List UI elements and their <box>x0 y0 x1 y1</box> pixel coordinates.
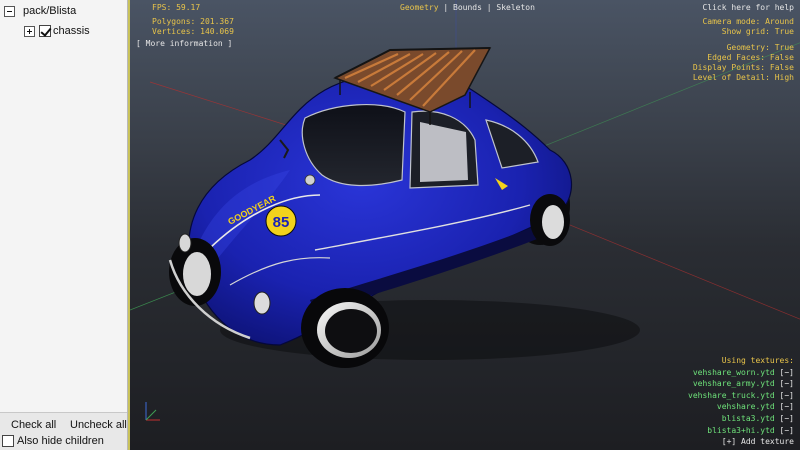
tree-bottom-bar: Check all Uncheck all Also hide children <box>0 412 127 450</box>
show-grid-setting[interactable]: Show grid: True <box>722 27 794 37</box>
tree-node-chassis[interactable]: chassis <box>24 23 90 39</box>
tab-bounds[interactable]: Bounds <box>453 3 482 12</box>
texture-list: Using textures: vehshare_worn.ytd [−] ve… <box>688 355 794 448</box>
help-link[interactable]: Click here for help <box>702 3 794 13</box>
camera-mode-setting[interactable]: Camera mode: Around <box>702 17 794 27</box>
add-texture-button[interactable]: [+] Add texture <box>688 436 794 448</box>
front-left-wheel <box>169 238 221 306</box>
tree-node-root[interactable]: pack/Blista <box>4 3 76 19</box>
headlight-left <box>178 233 192 253</box>
more-information-link[interactable]: [ More information ] <box>136 39 232 49</box>
texture-item: vehshare.ytd [−] <box>688 401 794 413</box>
remove-texture-button[interactable]: [−] <box>780 402 794 411</box>
tab-separator: | <box>443 3 449 12</box>
headlight-right <box>253 291 271 315</box>
geometry-setting[interactable]: Geometry: True <box>727 43 794 53</box>
uncheck-all-button[interactable]: Uncheck all <box>70 417 127 433</box>
fps-readout: FPS: 59.17 <box>152 3 201 12</box>
expand-icon[interactable] <box>24 25 35 37</box>
textures-header: Using textures: <box>721 356 794 365</box>
hide-children-checkbox[interactable] <box>2 435 14 447</box>
remove-texture-button[interactable]: [−] <box>780 391 794 400</box>
texture-name: blista3.ytd <box>721 413 775 423</box>
texture-item: blista3.ytd [−] <box>688 413 794 425</box>
tab-geometry[interactable]: Geometry <box>400 3 439 12</box>
remove-texture-button[interactable]: [−] <box>780 426 794 435</box>
texture-item: vehshare_army.ytd [−] <box>688 378 794 390</box>
texture-name: vehshare_worn.ytd <box>692 367 775 377</box>
display-points-setting[interactable]: Display Points: False <box>693 63 794 73</box>
tab-separator: | <box>486 3 492 12</box>
hide-children-label: Also hide children <box>17 435 104 447</box>
texture-name: vehshare_truck.ytd <box>688 390 775 400</box>
rear-right-wheel <box>530 194 570 246</box>
tree-node-chassis-label: chassis <box>53 25 90 37</box>
front-right-wheel <box>301 288 389 368</box>
model-tree: pack/Blista chassis <box>0 0 127 412</box>
tab-skeleton[interactable]: Skeleton <box>496 3 535 12</box>
texture-item: vehshare_truck.ytd [−] <box>688 390 794 402</box>
remove-texture-button[interactable]: [−] <box>780 379 794 388</box>
vertices-readout: Vertices: 140.069 <box>152 27 234 36</box>
racing-number-decal: 85 <box>265 205 297 237</box>
hide-children-option[interactable]: Also hide children <box>2 435 104 447</box>
texture-item: vehshare_worn.ytd [−] <box>688 367 794 379</box>
3d-viewport[interactable]: 85 GOODYEAR FPS: 59.17 Polygons: 201.367… <box>128 0 800 450</box>
axis-gizmo <box>145 402 160 421</box>
texture-item: blista3+hi.ytd [−] <box>688 425 794 437</box>
remove-texture-button[interactable]: [−] <box>780 414 794 423</box>
texture-name: vehshare.ytd <box>716 402 775 412</box>
model-tree-panel: pack/Blista chassis Check all Uncheck al… <box>0 0 128 450</box>
level-of-detail-setting[interactable]: Level of Detail: High <box>693 73 794 83</box>
chassis-visibility-checkbox[interactable] <box>39 25 51 37</box>
texture-name: vehshare_army.ytd <box>692 379 775 389</box>
racing-number-text: 85 <box>273 214 290 231</box>
polygons-readout: Polygons: 201.367 <box>152 17 234 26</box>
edged-faces-setting[interactable]: Edged Faces: False <box>707 53 794 63</box>
tree-node-root-label: pack/Blista <box>23 5 77 17</box>
check-all-button[interactable]: Check all <box>11 417 56 433</box>
render-mode-tabs: Geometry | Bounds | Skeleton <box>400 3 535 13</box>
collapse-icon[interactable] <box>4 5 15 17</box>
texture-name: blista3+hi.ytd <box>707 425 775 435</box>
remove-texture-button[interactable]: [−] <box>780 368 794 377</box>
